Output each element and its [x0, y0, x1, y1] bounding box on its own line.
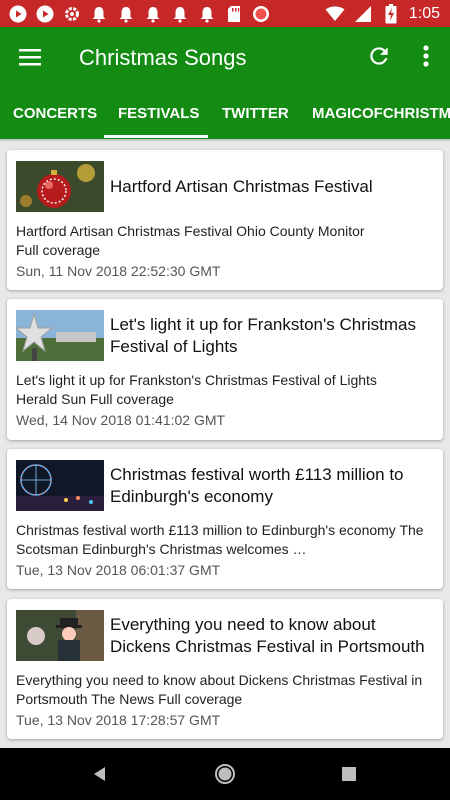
- play-icon: [35, 4, 55, 24]
- notification-icon: [116, 4, 136, 24]
- clock: 1:05: [408, 5, 440, 22]
- article-description: Hartford Artisan Christmas Festival Ohio…: [16, 223, 365, 258]
- article-date: Tue, 13 Nov 2018 06:01:37 GMT: [16, 562, 221, 578]
- back-icon[interactable]: [89, 762, 113, 786]
- tab-magicofchristmas[interactable]: MAGICOFCHRISTMAS: [312, 87, 450, 139]
- article-thumbnail: [16, 610, 104, 661]
- article-title: Everything you need to know about Dicken…: [110, 615, 425, 656]
- article-thumbnail: [16, 460, 104, 511]
- more-options-icon[interactable]: [416, 43, 436, 69]
- notification-icon: [143, 4, 163, 24]
- article-date: Tue, 13 Nov 2018 17:28:57 GMT: [16, 712, 221, 728]
- article-title: Hartford Artisan Christmas Festival: [110, 177, 373, 196]
- home-icon[interactable]: [213, 762, 237, 786]
- article-description: Christmas festival worth £113 million to…: [16, 521, 435, 559]
- sd-card-icon: [224, 4, 244, 24]
- app-bar: Christmas Songs: [0, 27, 450, 87]
- article-card[interactable]: Everything you need to know about Dicken…: [7, 599, 443, 739]
- battery-charging-icon: [381, 4, 401, 24]
- article-card[interactable]: Christmas festival worth £113 million to…: [7, 449, 443, 589]
- tab-twitter[interactable]: TWITTER: [222, 87, 289, 139]
- tab-shadow: [0, 139, 450, 142]
- notification-icon: [89, 4, 109, 24]
- notification-icon: [170, 4, 190, 24]
- tab-bar: CONCERTS FESTIVALS TWITTER MAGICOFCHRIST…: [0, 87, 450, 139]
- status-bar: 1:05: [0, 0, 450, 27]
- article-title: Let's light it up for Frankston's Christ…: [110, 315, 416, 356]
- youtube-icon: [8, 4, 28, 24]
- selected-tab-indicator: [104, 135, 208, 138]
- article-title: Christmas festival worth £113 million to…: [110, 465, 404, 506]
- recents-icon[interactable]: [337, 762, 361, 786]
- wifi-icon: [325, 4, 345, 24]
- page-title: Christmas Songs: [79, 45, 247, 70]
- article-description: Let's light it up for Frankston's Christ…: [16, 372, 377, 407]
- article-description-text: Christmas festival worth £113 million to…: [16, 522, 424, 557]
- menu-icon[interactable]: [18, 45, 44, 69]
- settings-icon: [62, 4, 82, 24]
- notification-icon: [197, 4, 217, 24]
- article-date: Wed, 14 Nov 2018 01:41:02 GMT: [16, 412, 226, 428]
- article-card[interactable]: Let's light it up for Frankston's Christ…: [7, 299, 443, 440]
- refresh-icon[interactable]: [366, 43, 392, 69]
- signal-icon: [353, 4, 373, 24]
- article-card[interactable]: Hartford Artisan Christmas Festival Hart…: [7, 150, 443, 290]
- system-nav-bar: [0, 748, 450, 800]
- article-thumbnail: [16, 310, 104, 361]
- article-description: Everything you need to know about Dicken…: [16, 672, 423, 707]
- article-thumbnail: [16, 161, 104, 212]
- tab-concerts[interactable]: CONCERTS: [13, 87, 97, 139]
- record-icon: [251, 4, 271, 24]
- tab-festivals[interactable]: FESTIVALS: [118, 87, 199, 139]
- article-date: Sun, 11 Nov 2018 22:52:30 GMT: [16, 263, 221, 279]
